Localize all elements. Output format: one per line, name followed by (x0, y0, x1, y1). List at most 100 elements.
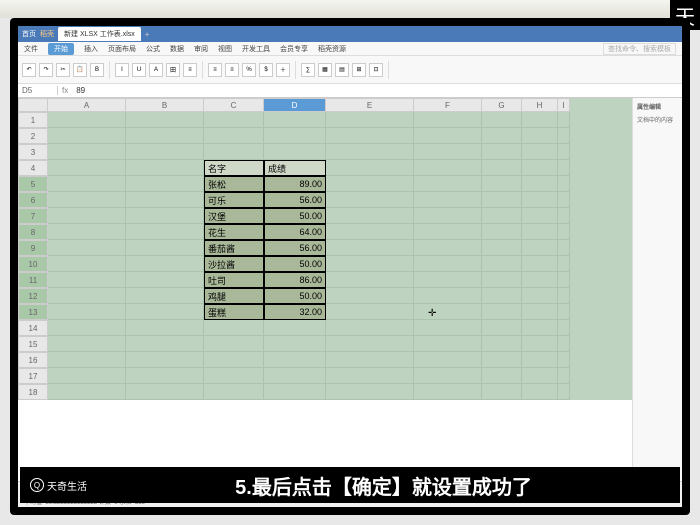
cell-D9[interactable]: 56.00 (264, 240, 326, 256)
cell-E10[interactable] (326, 256, 414, 272)
cell-B9[interactable] (126, 240, 204, 256)
row-header-14[interactable]: 14 (18, 320, 48, 336)
menu-formula[interactable]: 公式 (146, 44, 160, 54)
cell-I3[interactable] (558, 144, 570, 160)
cell-C2[interactable] (204, 128, 264, 144)
cell-A9[interactable] (48, 240, 126, 256)
cell-A18[interactable] (48, 384, 126, 400)
cell-H4[interactable] (522, 160, 558, 176)
cell-G15[interactable] (482, 336, 522, 352)
cell-D6[interactable]: 56.00 (264, 192, 326, 208)
cell-B10[interactable] (126, 256, 204, 272)
cell-H5[interactable] (522, 176, 558, 192)
cell-A16[interactable] (48, 352, 126, 368)
cell-B6[interactable] (126, 192, 204, 208)
menu-resource[interactable]: 稻壳资源 (318, 44, 346, 54)
menu-member[interactable]: 会员专享 (280, 44, 308, 54)
row-header-5[interactable]: 5 (18, 176, 48, 192)
row-header-11[interactable]: 11 (18, 272, 48, 288)
cell-C10[interactable]: 沙拉酱 (204, 256, 264, 272)
cell-C4[interactable]: 名字 (204, 160, 264, 176)
cell-A10[interactable] (48, 256, 126, 272)
cell-E15[interactable] (326, 336, 414, 352)
cell-C1[interactable] (204, 112, 264, 128)
cell-E8[interactable] (326, 224, 414, 240)
cell-B14[interactable] (126, 320, 204, 336)
cell-A5[interactable] (48, 176, 126, 192)
cell-I8[interactable] (558, 224, 570, 240)
cell-I16[interactable] (558, 352, 570, 368)
new-tab-icon[interactable]: + (145, 30, 150, 39)
cell-H1[interactable] (522, 112, 558, 128)
cell-I12[interactable] (558, 288, 570, 304)
cell-G3[interactable] (482, 144, 522, 160)
cell-H12[interactable] (522, 288, 558, 304)
cell-D14[interactable] (264, 320, 326, 336)
cell-C3[interactable] (204, 144, 264, 160)
cell-E4[interactable] (326, 160, 414, 176)
cell-C18[interactable] (204, 384, 264, 400)
cell-D18[interactable] (264, 384, 326, 400)
cell-G2[interactable] (482, 128, 522, 144)
cell-C17[interactable] (204, 368, 264, 384)
toolbar-btn-7[interactable]: A (149, 63, 163, 77)
cell-B8[interactable] (126, 224, 204, 240)
cell-I1[interactable] (558, 112, 570, 128)
cell-H8[interactable] (522, 224, 558, 240)
cell-G18[interactable] (482, 384, 522, 400)
cell-F7[interactable] (414, 208, 482, 224)
cell-E2[interactable] (326, 128, 414, 144)
cell-B13[interactable] (126, 304, 204, 320)
cell-D5[interactable]: 89.00 (264, 176, 326, 192)
cell-G14[interactable] (482, 320, 522, 336)
cell-G10[interactable] (482, 256, 522, 272)
cell-B16[interactable] (126, 352, 204, 368)
row-header-12[interactable]: 12 (18, 288, 48, 304)
cell-H2[interactable] (522, 128, 558, 144)
cell-B12[interactable] (126, 288, 204, 304)
cell-C12[interactable]: 鸡腿 (204, 288, 264, 304)
spreadsheet-grid[interactable]: ABCDEFGHI1234名字成绩5张松89.006可乐56.007汉堡50.0… (18, 98, 632, 400)
row-header-9[interactable]: 9 (18, 240, 48, 256)
col-header-B[interactable]: B (126, 98, 204, 112)
cell-F5[interactable] (414, 176, 482, 192)
cell-A1[interactable] (48, 112, 126, 128)
cell-G12[interactable] (482, 288, 522, 304)
col-header-G[interactable]: G (482, 98, 522, 112)
cell-D12[interactable]: 50.00 (264, 288, 326, 304)
toolbar-btn-18[interactable]: ⊞ (352, 63, 366, 77)
cell-D1[interactable] (264, 112, 326, 128)
cell-A15[interactable] (48, 336, 126, 352)
cell-H17[interactable] (522, 368, 558, 384)
cell-I11[interactable] (558, 272, 570, 288)
cell-F6[interactable] (414, 192, 482, 208)
tab-home[interactable]: 首页 (22, 29, 36, 39)
cell-G11[interactable] (482, 272, 522, 288)
cell-A12[interactable] (48, 288, 126, 304)
cell-I6[interactable] (558, 192, 570, 208)
cell-E18[interactable] (326, 384, 414, 400)
cell-H18[interactable] (522, 384, 558, 400)
cell-I4[interactable] (558, 160, 570, 176)
col-header-D[interactable]: D (264, 98, 326, 112)
col-header-H[interactable]: H (522, 98, 558, 112)
cell-A6[interactable] (48, 192, 126, 208)
cell-F2[interactable] (414, 128, 482, 144)
cell-E5[interactable] (326, 176, 414, 192)
cell-E3[interactable] (326, 144, 414, 160)
menu-view[interactable]: 视图 (218, 44, 232, 54)
row-header-15[interactable]: 15 (18, 336, 48, 352)
cell-F13[interactable] (414, 304, 482, 320)
cell-A4[interactable] (48, 160, 126, 176)
tab-docer[interactable]: 稻壳 (40, 29, 54, 39)
cell-C14[interactable] (204, 320, 264, 336)
cell-D3[interactable] (264, 144, 326, 160)
name-box[interactable]: D5 (18, 86, 58, 95)
toolbar-btn-8[interactable]: 田 (166, 63, 180, 77)
cell-H11[interactable] (522, 272, 558, 288)
search-box[interactable]: 查找命令、搜索模板 (603, 43, 676, 55)
cell-F9[interactable] (414, 240, 482, 256)
cell-G6[interactable] (482, 192, 522, 208)
toolbar-btn-11[interactable]: ≡ (225, 63, 239, 77)
toolbar-btn-2[interactable]: ✂ (56, 63, 70, 77)
